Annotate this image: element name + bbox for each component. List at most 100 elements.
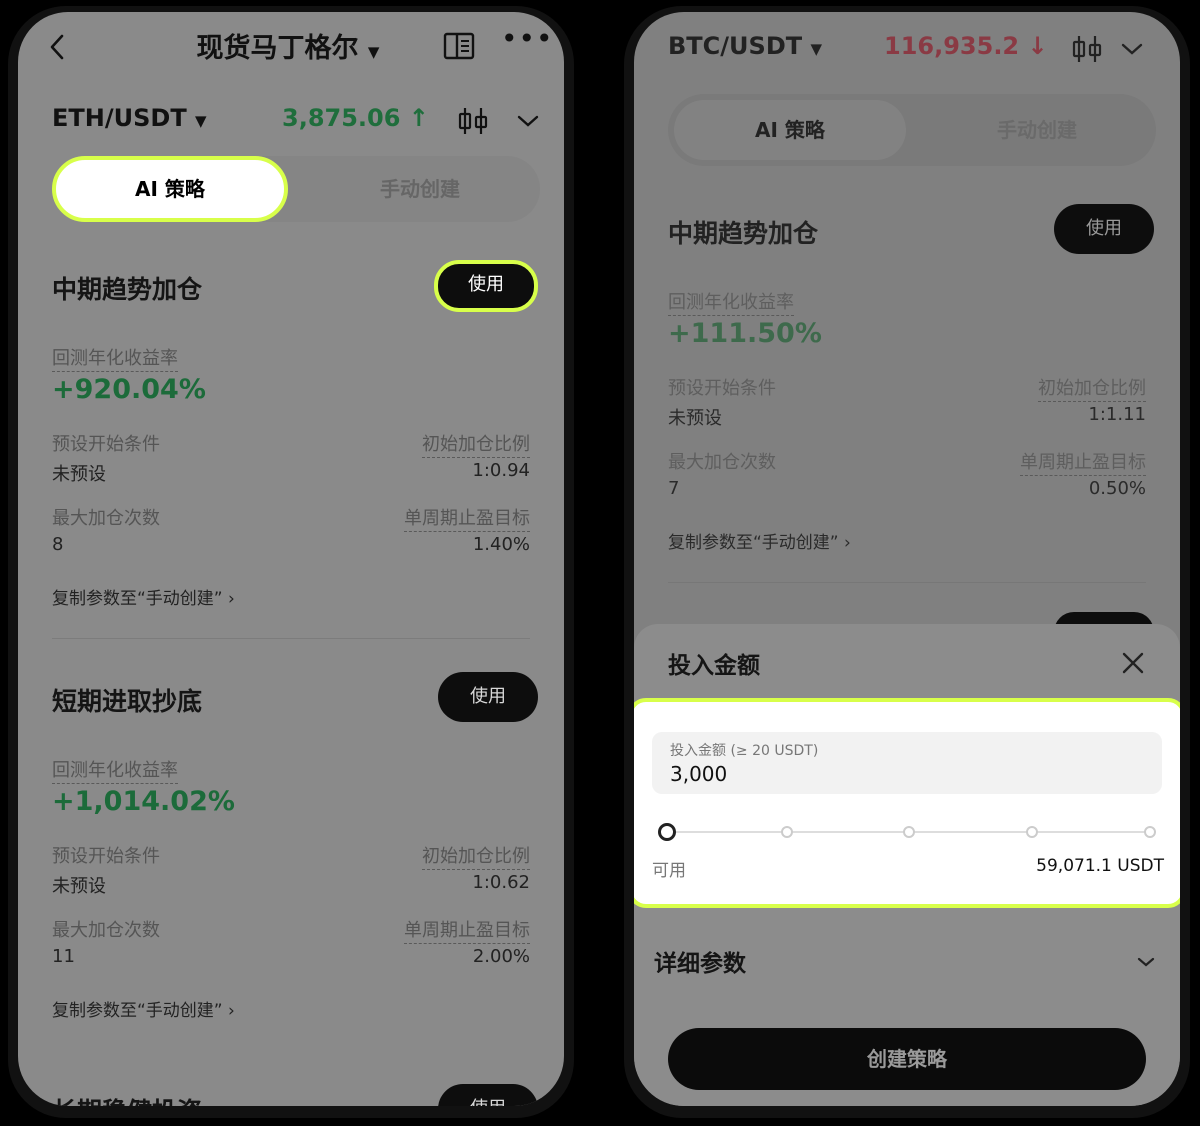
tab-manual-create[interactable]: 手动创建 [918, 94, 1156, 166]
amount-field[interactable]: 投入金额 (≥ 20 USDT) [652, 732, 1162, 794]
left-phone: 现货马丁格尔 ▼ ••• ETH/USDT ▼ 3,875.06 ↑ AI 策略… [8, 6, 574, 1118]
ratio-value: 1:0.94 [472, 460, 530, 481]
left-screen: 现货马丁格尔 ▼ ••• ETH/USDT ▼ 3,875.06 ↑ AI 策略… [18, 12, 564, 1106]
book-icon[interactable] [443, 31, 475, 61]
caret-down-icon: ▼ [810, 40, 823, 58]
ratio-label[interactable]: 初始加仓比例 [422, 842, 530, 870]
yield-label[interactable]: 回测年化收益率 [668, 288, 794, 316]
arrow-down-icon: ↓ [1027, 32, 1048, 60]
start-value: 未预设 [52, 464, 106, 485]
card-title: 中期趋势加仓 [668, 219, 819, 248]
max-value: 8 [52, 534, 64, 555]
amount-input[interactable] [670, 762, 970, 786]
card-title: 短期进取抄底 [52, 687, 203, 716]
amount-field-label: 投入金额 (≥ 20 USDT) [670, 743, 819, 759]
page-title-text: 现货马丁格尔 [196, 33, 359, 64]
strategy-tabs: AI 策略 手动创建 [668, 94, 1156, 166]
tp-label[interactable]: 单周期止盈目标 [404, 504, 530, 532]
start-label: 预设开始条件 [52, 846, 160, 867]
max-value: 11 [52, 946, 75, 967]
copy-params-text: 复制参数至“手动创建” [668, 533, 839, 553]
candlestick-icon[interactable] [1070, 34, 1104, 64]
slider-step-75[interactable] [1026, 826, 1038, 838]
ratio-label[interactable]: 初始加仓比例 [422, 430, 530, 458]
price: 3,875.06 ↑ [282, 104, 429, 132]
price: 116,935.2 ↓ [884, 32, 1048, 60]
close-icon[interactable] [1120, 650, 1146, 676]
pair-row: ETH/USDT ▼ 3,875.06 ↑ [52, 102, 539, 142]
tp-label[interactable]: 单周期止盈目标 [404, 916, 530, 944]
copy-params-text: 复制参数至“手动创建” [52, 589, 223, 609]
card-title: 中期趋势加仓 [52, 275, 203, 304]
right-screen: BTC/USDT ▼ 116,935.2 ↓ AI 策略 手动创建 中期趋势加仓… [634, 12, 1180, 1106]
chevron-right-icon: › [228, 589, 235, 609]
more-icon[interactable]: ••• [501, 25, 553, 54]
amount-slider[interactable] [658, 822, 1156, 842]
start-value: 未预设 [668, 408, 722, 429]
chevron-right-icon: › [844, 533, 851, 553]
tp-value: 0.50% [1088, 478, 1146, 499]
max-label: 最大加仓次数 [52, 508, 160, 529]
max-label: 最大加仓次数 [52, 920, 160, 941]
available-label: 可用 [652, 861, 686, 881]
card-title: 长期稳健投资 [52, 1092, 202, 1106]
copy-params-text: 复制参数至“手动创建” [52, 1001, 223, 1021]
yield-label[interactable]: 回测年化收益率 [52, 756, 178, 784]
create-strategy-button[interactable]: 创建策略 [668, 1028, 1146, 1090]
copy-params-link[interactable]: 复制参数至“手动创建” › [52, 584, 235, 609]
use-button[interactable]: 使用 [1054, 204, 1154, 254]
page-title[interactable]: 现货马丁格尔 ▼ [168, 26, 408, 65]
chevron-down-icon[interactable] [516, 114, 540, 128]
available-value: 59,071.1 USDT [1036, 856, 1164, 876]
price-text: 116,935.2 [884, 32, 1020, 60]
ratio-value: 1:1.11 [1088, 404, 1146, 425]
divider [668, 582, 1146, 583]
slider-step-100[interactable] [1144, 826, 1156, 838]
yield-label[interactable]: 回测年化收益率 [52, 344, 178, 372]
chevron-down-icon[interactable] [1136, 956, 1156, 968]
tp-label[interactable]: 单周期止盈目标 [1020, 448, 1146, 476]
start-label: 预设开始条件 [668, 378, 776, 399]
invest-amount-sheet: 投入金额 投入金额 (≥ 20 USDT) 可用 59,07 [634, 624, 1180, 1106]
yield-value: +920.04% [52, 374, 206, 405]
sheet-title: 投入金额 [668, 653, 760, 679]
pair-text: BTC/USDT [668, 32, 803, 60]
copy-params-link[interactable]: 复制参数至“手动创建” › [668, 528, 851, 553]
price-text: 3,875.06 [282, 104, 401, 132]
tp-value: 2.00% [472, 946, 530, 967]
tab-ai-strategy[interactable]: AI 策略 [674, 100, 906, 160]
ratio-value: 1:0.62 [472, 872, 530, 893]
use-button[interactable]: 使用 [438, 1084, 538, 1106]
tab-manual-create[interactable]: 手动创建 [302, 156, 538, 222]
start-value: 未预设 [52, 876, 106, 897]
arrow-up-icon: ↑ [408, 104, 429, 132]
slider-knob[interactable] [658, 823, 676, 841]
details-toggle[interactable]: 详细参数 [654, 944, 746, 978]
chevron-down-icon[interactable] [1120, 42, 1144, 56]
max-value: 7 [668, 478, 680, 499]
candlestick-icon[interactable] [456, 106, 490, 136]
back-icon[interactable] [46, 32, 68, 62]
copy-params-link[interactable]: 复制参数至“手动创建” › [52, 996, 235, 1021]
tp-value: 1.40% [472, 534, 530, 555]
pair-selector[interactable]: ETH/USDT ▼ [52, 104, 207, 132]
use-button[interactable]: 使用 [438, 672, 538, 722]
pair-text: ETH/USDT [52, 104, 187, 132]
divider [52, 638, 530, 639]
slider-step-50[interactable] [903, 826, 915, 838]
caret-down-icon: ▼ [195, 112, 207, 130]
strategy-tabs: AI 策略 手动创建 [52, 156, 540, 222]
pair-selector[interactable]: BTC/USDT ▼ [668, 32, 822, 60]
amount-input-card: 投入金额 (≥ 20 USDT) 可用 59,071.1 USDT [634, 698, 1180, 908]
yield-value: +1,014.02% [52, 786, 235, 817]
start-label: 预设开始条件 [52, 434, 160, 455]
right-phone: BTC/USDT ▼ 116,935.2 ↓ AI 策略 手动创建 中期趋势加仓… [624, 6, 1190, 1118]
yield-value: +111.50% [668, 318, 822, 349]
tab-ai-strategy[interactable]: AI 策略 [52, 156, 288, 222]
slider-step-25[interactable] [781, 826, 793, 838]
caret-down-icon: ▼ [367, 43, 380, 61]
max-label: 最大加仓次数 [668, 452, 776, 473]
use-button[interactable]: 使用 [434, 260, 538, 312]
chevron-right-icon: › [228, 1001, 235, 1021]
ratio-label[interactable]: 初始加仓比例 [1038, 374, 1146, 402]
